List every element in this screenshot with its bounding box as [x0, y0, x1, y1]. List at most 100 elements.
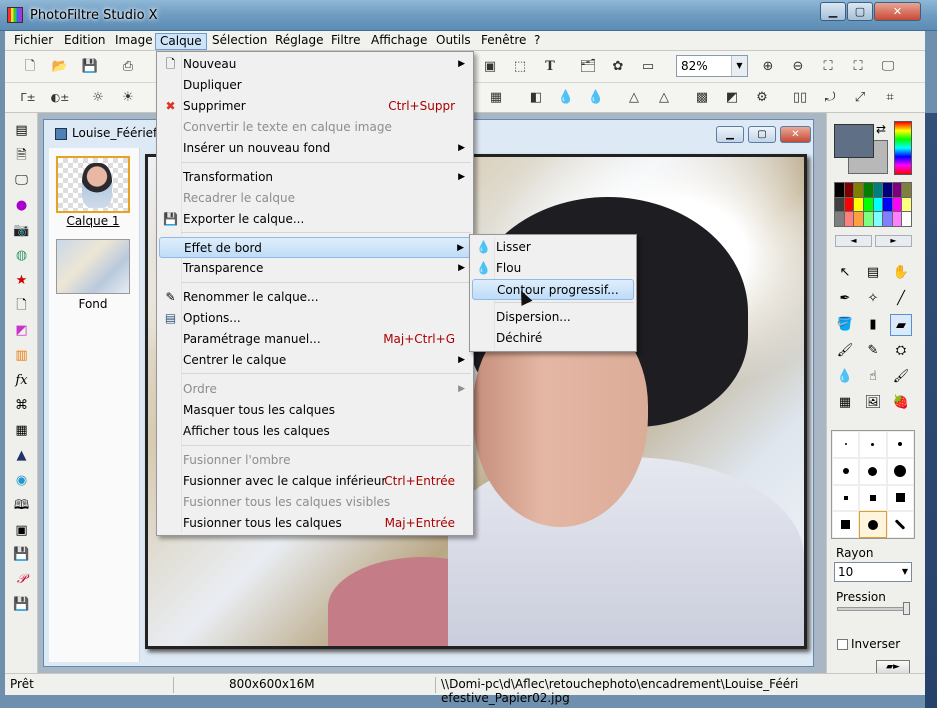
- pressure-slider-handle[interactable]: [903, 602, 910, 615]
- menu-help[interactable]: ?: [530, 33, 544, 50]
- palette-color-swatch[interactable]: [873, 212, 883, 226]
- palette-color-swatch[interactable]: [873, 197, 883, 212]
- palette-color-swatch[interactable]: [892, 183, 902, 197]
- clone-brush-icon[interactable]: 🖌: [890, 366, 912, 388]
- print-icon[interactable]: ⎙: [117, 56, 139, 78]
- pointer-icon[interactable]: ↖: [834, 262, 856, 284]
- rotate-icon[interactable]: ⤾: [819, 87, 841, 109]
- open-folder-icon[interactable]: 📂: [49, 56, 71, 78]
- calque-menu-item-7[interactable]: 💾 Exporter le calque...: [159, 209, 471, 230]
- calque-menu-item-13[interactable]: Centrer le calque ▶: [159, 350, 471, 371]
- brush-size-option[interactable]: [886, 511, 914, 538]
- magic-wand-icon[interactable]: ✧: [862, 288, 884, 310]
- camera-icon[interactable]: 📷: [12, 221, 31, 240]
- document-icon[interactable]: 🗎: [12, 146, 31, 165]
- mosaic-icon[interactable]: ▦: [12, 421, 31, 440]
- palette-color-swatch[interactable]: [863, 212, 873, 226]
- doc-maximize-button[interactable]: ▢: [748, 126, 776, 143]
- actual-size-icon[interactable]: ⛶: [847, 56, 869, 78]
- window-icon[interactable]: ▭: [637, 56, 659, 78]
- line-icon[interactable]: ╱: [890, 288, 912, 310]
- calque-menu-item-2[interactable]: ✖ Supprimer Ctrl+Suppr: [159, 96, 471, 117]
- brush-icon[interactable]: 🖌: [834, 340, 856, 362]
- save-2000-icon[interactable]: 💾: [12, 545, 31, 564]
- close-button[interactable]: ✕: [874, 2, 921, 21]
- brush-size-option[interactable]: [832, 511, 860, 538]
- orange-fill-icon[interactable]: ▥: [12, 346, 31, 365]
- calque-menu-item-10[interactable]: ✎ Renommer le calque...: [159, 287, 471, 308]
- book-icon[interactable]: 🕮: [12, 496, 31, 515]
- menu-fenetre[interactable]: Fenêtre: [477, 33, 530, 50]
- crop-icon[interactable]: ⌗: [879, 87, 901, 109]
- radius-select[interactable]: 10 ▼: [834, 562, 912, 582]
- fit-image-icon[interactable]: ⛶: [817, 56, 839, 78]
- calque-menu-item-1[interactable]: Dupliquer: [159, 75, 471, 96]
- resize-icon[interactable]: ⤢: [849, 87, 871, 109]
- palette-color-swatch[interactable]: [835, 212, 844, 226]
- advanced-brush-icon[interactable]: ✎: [862, 340, 884, 362]
- brush-size-option[interactable]: [832, 431, 860, 458]
- calque-menu-item-12[interactable]: Paramétrage manuel... Maj+Ctrl+G: [159, 329, 471, 350]
- spray-icon[interactable]: ▮: [862, 314, 884, 336]
- deform-grid-icon[interactable]: ▦: [834, 392, 856, 414]
- clover-icon[interactable]: ⌘: [12, 396, 31, 415]
- brightness-plus-icon[interactable]: ☀: [117, 87, 139, 109]
- palette-prev-button[interactable]: ◄: [835, 235, 872, 247]
- zoom-select[interactable]: 82% ▼: [676, 55, 748, 77]
- palette-color-swatch[interactable]: [902, 197, 911, 212]
- brush-size-option[interactable]: [832, 457, 860, 485]
- strawberry-icon[interactable]: 🍓: [890, 392, 912, 414]
- save-html-icon[interactable]: 💾: [12, 595, 31, 614]
- palette-color-swatch[interactable]: [854, 183, 863, 197]
- flip-icon[interactable]: ▯▯: [789, 87, 811, 109]
- star-icon[interactable]: ★: [12, 271, 31, 290]
- effet-submenu-item-1[interactable]: 💧 Flou: [472, 258, 634, 279]
- foreground-color-swatch[interactable]: [834, 124, 874, 158]
- stamp-icon[interactable]: ⛭: [890, 340, 912, 362]
- palette-color-swatch[interactable]: [902, 212, 911, 226]
- pressure-slider[interactable]: [837, 607, 909, 611]
- sharpen-icon[interactable]: △: [653, 87, 675, 109]
- globe-icon[interactable]: ◍: [12, 246, 31, 265]
- minimize-button[interactable]: ▁: [820, 2, 846, 21]
- calque-menu-item-5[interactable]: Transformation ▶: [159, 167, 471, 188]
- drop-icon[interactable]: 💧: [555, 87, 577, 109]
- effet-submenu-item-3[interactable]: Dispersion...: [472, 307, 634, 328]
- doc-close-button[interactable]: ✕: [780, 126, 811, 143]
- palette-color-swatch[interactable]: [892, 197, 902, 212]
- sphere-icon[interactable]: ●: [12, 196, 31, 215]
- palette-color-swatch[interactable]: [902, 183, 911, 197]
- grid-icon[interactable]: ▦: [485, 87, 507, 109]
- fill-bucket-icon[interactable]: 🪣: [834, 314, 856, 336]
- background-thumbnail[interactable]: [56, 239, 130, 294]
- palette-color-swatch[interactable]: [892, 212, 902, 226]
- effects-icon[interactable]: ⚙: [751, 87, 773, 109]
- layer-move-icon[interactable]: ▤: [862, 262, 884, 284]
- calque-menu-item-16[interactable]: Afficher tous les calques: [159, 421, 471, 442]
- calque-menu-item-0[interactable]: 🗋 Nouveau ▶: [159, 54, 471, 75]
- frame-icon[interactable]: ▣: [12, 521, 31, 540]
- palette-color-swatch[interactable]: [883, 212, 892, 226]
- color-spectrum[interactable]: [894, 121, 912, 175]
- menu-reglage[interactable]: Réglage: [271, 33, 328, 50]
- brush-size-option[interactable]: [859, 484, 887, 512]
- chevron-down-icon[interactable]: ▼: [731, 56, 747, 76]
- auto-levels-icon[interactable]: ◐±: [49, 87, 71, 109]
- color-balance-icon[interactable]: ▩: [691, 87, 713, 109]
- brightness-icon[interactable]: ☼: [87, 87, 109, 109]
- brush-size-option[interactable]: [859, 431, 887, 458]
- selection-icon[interactable]: ⬚: [509, 56, 531, 78]
- disc-icon[interactable]: ◉: [12, 471, 31, 490]
- text-frame-icon[interactable]: ▣: [479, 56, 501, 78]
- palette-color-swatch[interactable]: [844, 212, 854, 226]
- gradient-icon[interactable]: ◩: [721, 87, 743, 109]
- swap-colors-icon[interactable]: ⇄: [876, 122, 886, 136]
- doc-minimize-button[interactable]: ▁: [716, 126, 744, 143]
- zoom-in-icon[interactable]: ⊕: [757, 56, 779, 78]
- palette-color-swatch[interactable]: [854, 197, 863, 212]
- palette-color-swatch[interactable]: [883, 197, 892, 212]
- palette-color-swatch[interactable]: [844, 183, 854, 197]
- palette-color-swatch[interactable]: [835, 183, 844, 197]
- save-icon[interactable]: 💾: [79, 56, 101, 78]
- new-file-icon[interactable]: 🗋: [19, 56, 41, 78]
